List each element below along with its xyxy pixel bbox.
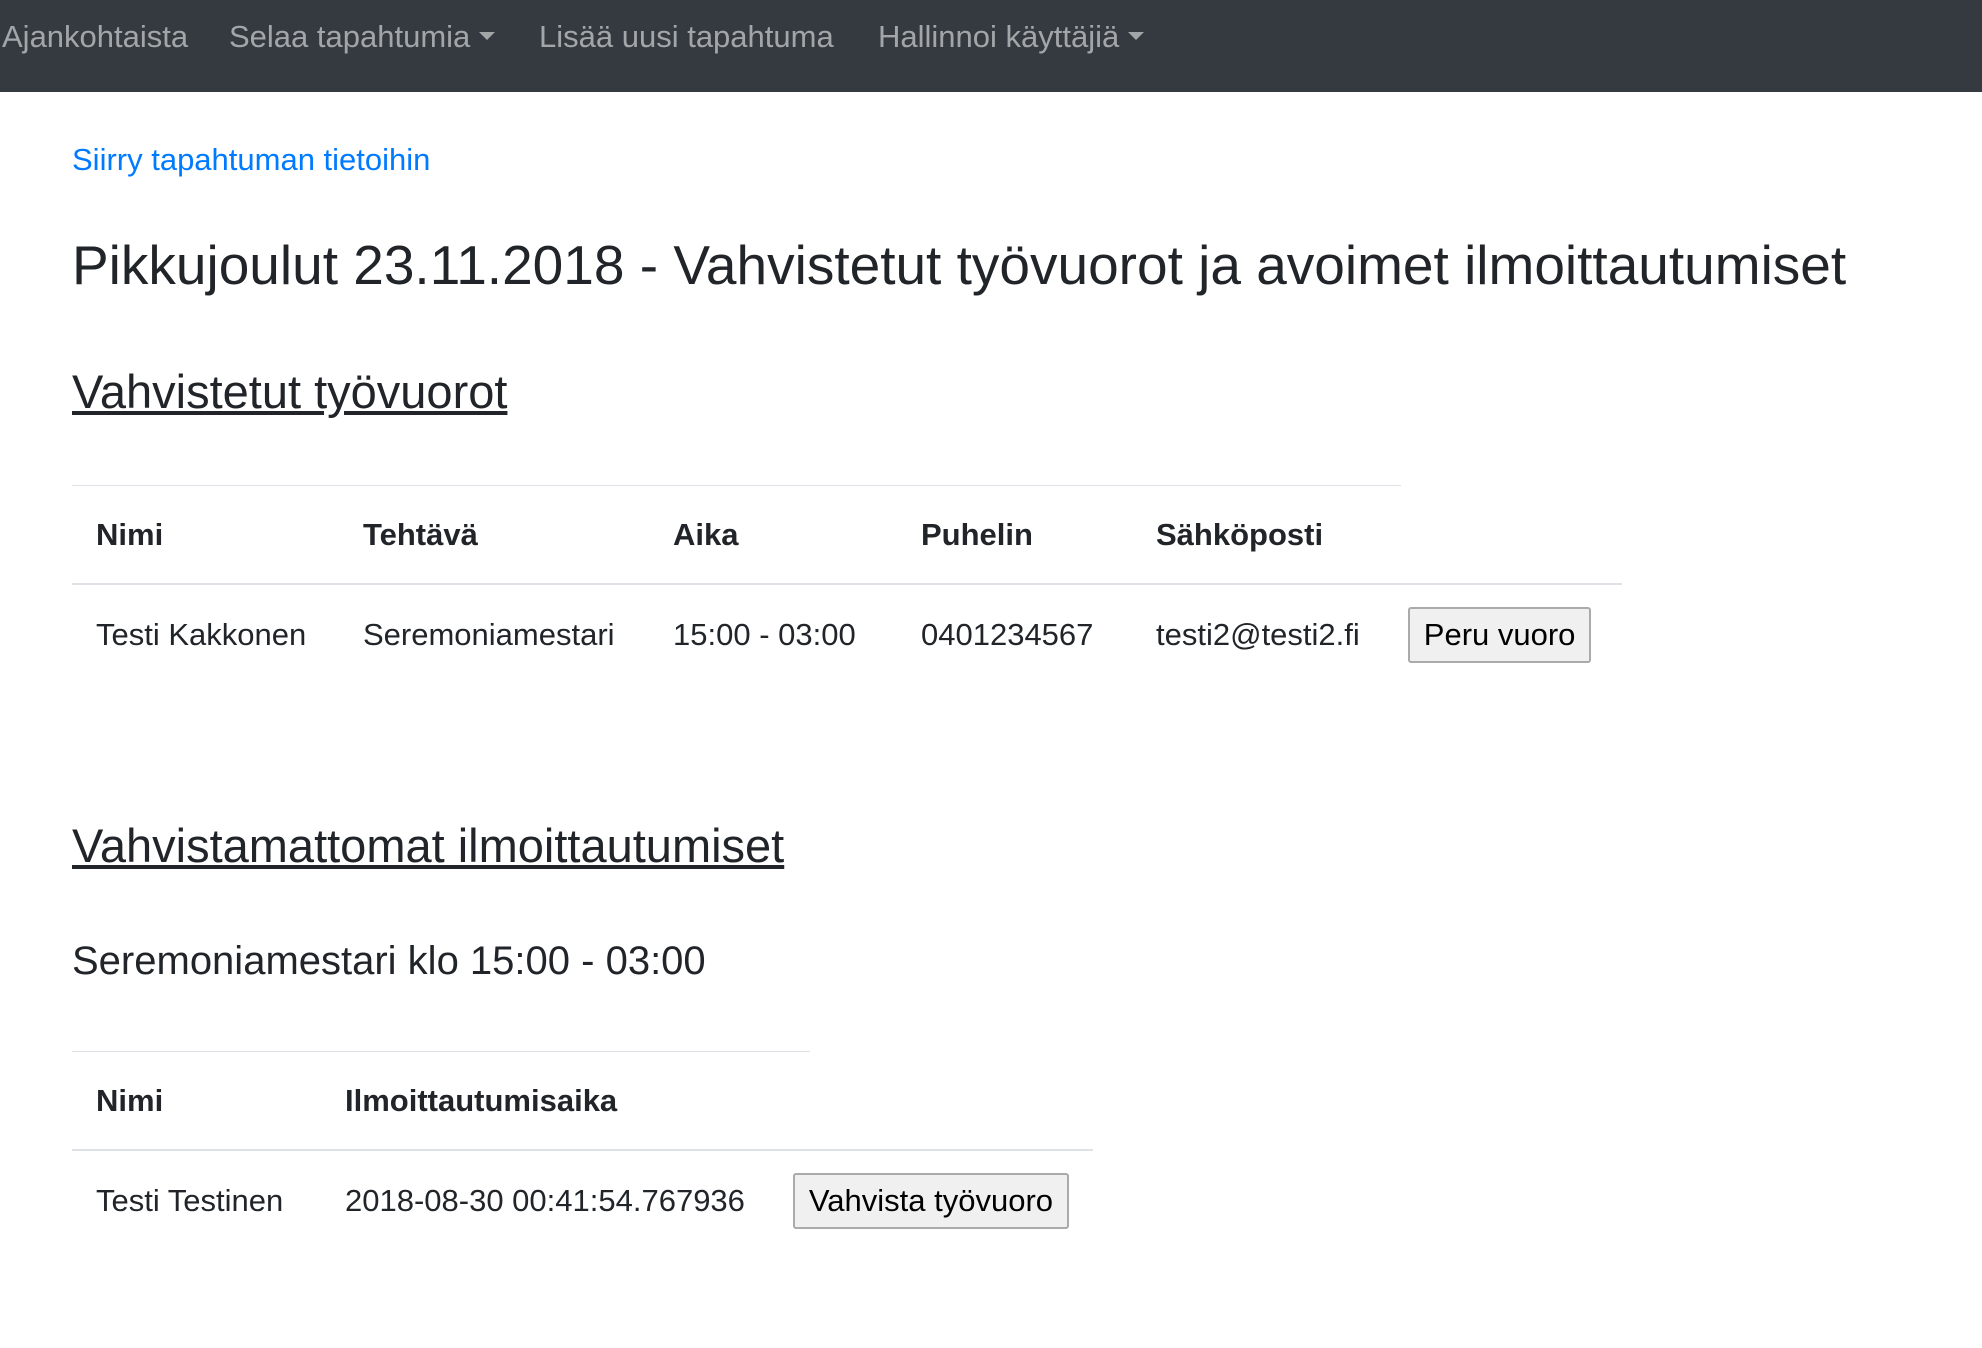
confirmed-shifts-heading: Vahvistetut työvuorot [72, 365, 508, 418]
confirm-shift-button[interactable]: Vahvista työvuoro [792, 1172, 1070, 1229]
cancel-shift-button[interactable]: Peru vuoro [1407, 606, 1592, 663]
column-header-email: Sähköposti [1156, 516, 1324, 552]
nav-item-lisaa-tapahtuma[interactable]: Lisää uusi tapahtuma [539, 0, 834, 74]
nav-item-label: Ajankohtaista [2, 19, 189, 54]
column-header-name: Nimi [96, 1082, 164, 1118]
column-header-action [769, 1052, 1093, 1150]
cell-phone: 0401234567 [921, 616, 1094, 652]
cell-action: Vahvista työvuoro [769, 1150, 1093, 1250]
cell-task: Seremoniamestari [363, 616, 615, 652]
column-header-phone: Puhelin [921, 516, 1033, 552]
nav-item-hallinnoi-kayttajia[interactable]: Hallinnoi käyttäjiä [878, 0, 1145, 74]
table-header-row: Nimi Ilmoittautumisaika [72, 1052, 1094, 1150]
column-header-time: Aika [673, 516, 739, 552]
chevron-down-icon [479, 31, 496, 40]
unconfirmed-signups-heading: Vahvistamattomat ilmoittautumiset [72, 819, 785, 872]
table-header-row: Nimi Tehtävä Aika Puhelin Sähköposti [72, 486, 1622, 584]
nav-item-ajankohtaista[interactable]: Ajankohtaista [2, 0, 188, 74]
unconfirmed-signups-table: Nimi Ilmoittautumisaika Testi Testinen 2… [72, 1052, 1094, 1250]
nav-item-selaa-tapahtumia[interactable]: Selaa tapahtumia [229, 0, 496, 74]
nav-item-label: Lisää uusi tapahtuma [539, 19, 834, 54]
cell-name: Testi Kakkonen [96, 616, 307, 652]
cell-email: testi2@testi2.fi [1156, 616, 1360, 652]
chevron-down-icon [1128, 31, 1145, 40]
column-header-task: Tehtävä [363, 516, 478, 552]
cell-signup-time: 2018-08-30 00:41:54.767936 [345, 1182, 745, 1218]
cell-time: 15:00 - 03:00 [673, 616, 856, 652]
nav-item-label: Selaa tapahtumia [229, 19, 471, 54]
table-row: Testi Kakkonen Seremoniamestari 15:00 - … [72, 584, 1622, 684]
nav-item-label: Hallinnoi käyttäjiä [878, 19, 1120, 54]
top-navbar: Ajankohtaista Selaa tapahtumia Lisää uus… [0, 0, 1982, 92]
page-title: Pikkujoulut 23.11.2018 - Vahvistetut työ… [72, 234, 1847, 296]
column-header-signup-time: Ilmoittautumisaika [345, 1082, 618, 1118]
shift-group-title: Seremoniamestari klo 15:00 - 03:00 [72, 939, 706, 983]
table-row: Testi Testinen 2018-08-30 00:41:54.76793… [72, 1150, 1093, 1250]
confirmed-shifts-table: Nimi Tehtävä Aika Puhelin Sähköposti Tes… [72, 486, 1622, 684]
cell-name: Testi Testinen [96, 1182, 284, 1218]
back-to-event-link[interactable]: Siirry tapahtuman tietoihin [72, 142, 430, 178]
column-header-action [1384, 486, 1622, 584]
cell-action: Peru vuoro [1384, 584, 1622, 684]
column-header-name: Nimi [96, 516, 164, 552]
